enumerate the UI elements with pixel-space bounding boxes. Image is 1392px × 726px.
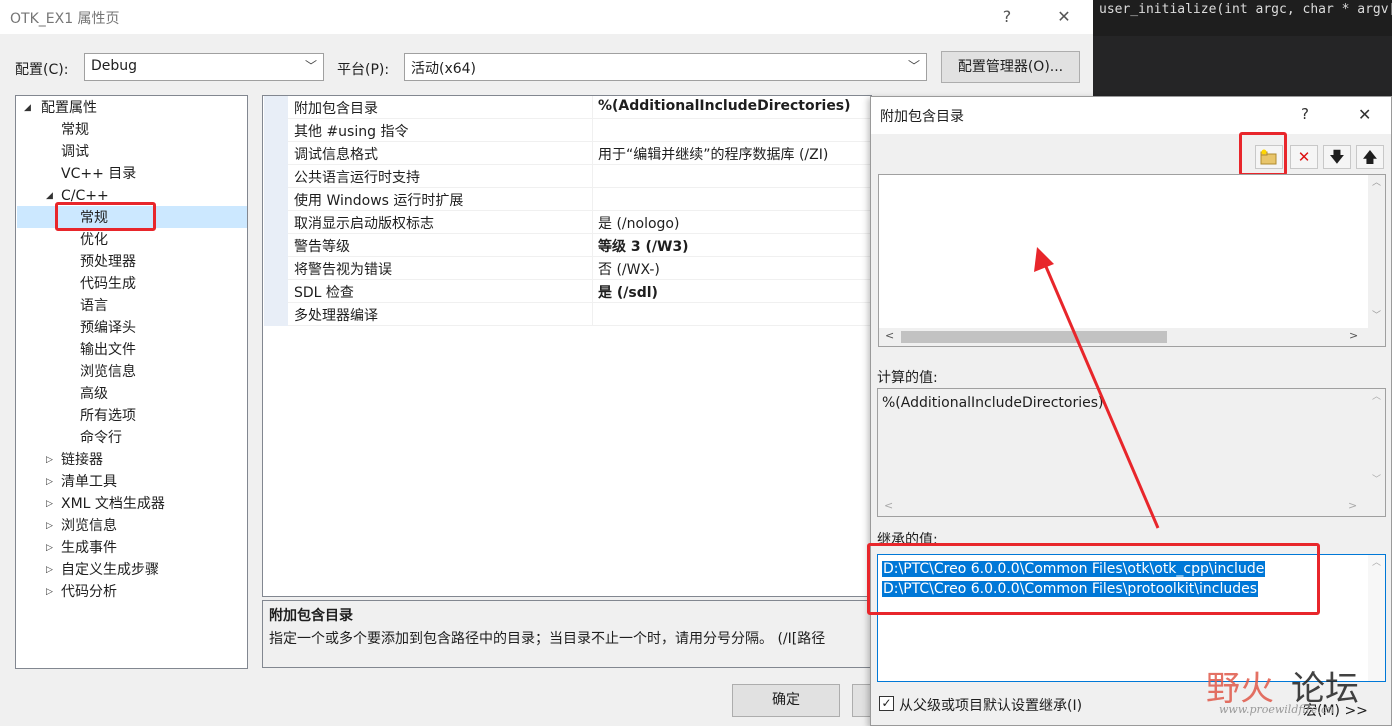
annotation-arrow — [1034, 247, 1160, 529]
